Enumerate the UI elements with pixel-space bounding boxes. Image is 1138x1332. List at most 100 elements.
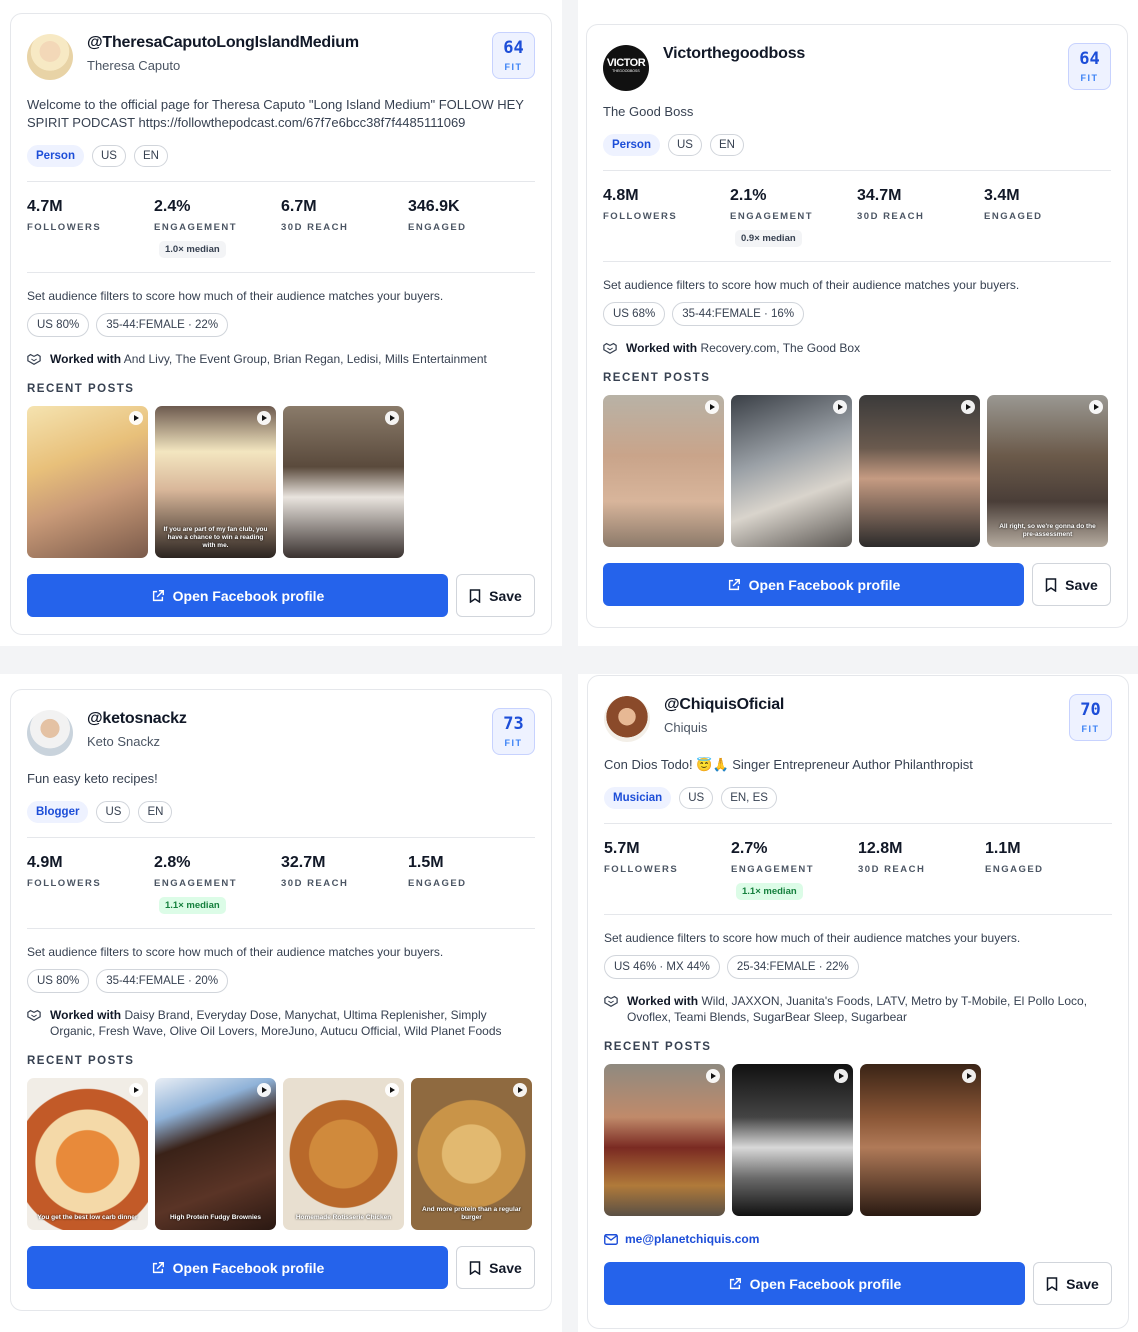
stats-row: 4.9M FOLLOWERS 2.8% ENGAGEMENT 1.1× median … — [27, 838, 535, 928]
creator-name: Theresa Caputo — [87, 58, 181, 73]
engagement-label: ENGAGEMENT — [730, 211, 814, 222]
recent-posts-title: RECENT POSTS — [27, 1055, 135, 1067]
engagement-value: 2.8% — [154, 854, 191, 871]
handshake-icon — [27, 353, 41, 365]
median-badge: 1.1× median — [159, 897, 226, 914]
fit-score: 64 — [1079, 49, 1100, 69]
creator-name: Keto Snackz — [87, 734, 160, 749]
category-tag: Person — [27, 145, 84, 167]
save-button[interactable]: Save — [1032, 563, 1111, 606]
reach-label: 30D REACH — [857, 211, 925, 222]
country-tag: US — [96, 801, 131, 823]
avatar — [604, 696, 650, 742]
divider — [27, 928, 535, 929]
recent-posts-title: RECENT POSTS — [27, 383, 135, 395]
handshake-icon — [604, 995, 618, 1007]
engaged-value: 1.1M — [985, 840, 1021, 857]
post-thumbnail[interactable]: And more protein than a regular burger — [411, 1078, 532, 1230]
worked-with-label: Worked with — [626, 341, 698, 355]
post-thumbnail[interactable] — [604, 1064, 725, 1216]
audience-hint: Set audience filters to score how much o… — [27, 945, 444, 959]
creator-handle[interactable]: Victorthegoodboss — [663, 45, 1054, 63]
category-tag: Person — [603, 134, 660, 156]
fit-score: 70 — [1080, 700, 1101, 720]
engagement-label: ENGAGEMENT — [731, 864, 815, 875]
play-icon — [834, 1069, 848, 1083]
save-button-label: Save — [489, 587, 522, 604]
post-thumbnail[interactable] — [283, 406, 404, 558]
worked-with: Worked with Recovery.com, The Good Box — [603, 340, 1111, 356]
external-link-icon — [152, 589, 164, 601]
avatar — [27, 34, 73, 80]
play-icon — [706, 1069, 720, 1083]
post-thumbnail[interactable]: All right, so we're gonna do the pre-ass… — [987, 395, 1108, 547]
open-facebook-profile-button[interactable]: Open Facebook profile — [27, 1246, 448, 1289]
creator-card: VICTOR THEGOODBOSS Victorthegoodboss 64 … — [586, 24, 1128, 628]
audience-demo-chip: 35-44:FEMALE · 20% — [96, 969, 229, 993]
creator-handle[interactable]: @TheresaCaputoLongIslandMedium — [87, 34, 478, 52]
open-facebook-profile-button[interactable]: Open Facebook profile — [603, 563, 1024, 606]
followers-label: FOLLOWERS — [27, 222, 102, 233]
creator-name: Chiquis — [664, 720, 708, 735]
creator-bio: The Good Boss — [603, 104, 694, 119]
reach-value: 12.8M — [858, 840, 903, 857]
post-caption: Homemade Rotisserie Chicken — [295, 1214, 392, 1221]
save-button[interactable]: Save — [456, 1246, 535, 1289]
audience-country-chip: US 46% · MX 44% — [604, 955, 720, 979]
followers-value: 4.9M — [27, 854, 63, 871]
open-facebook-profile-button[interactable]: Open Facebook profile — [27, 574, 448, 617]
creator-bio: Fun easy keto recipes! — [27, 771, 158, 786]
worked-with-label: Worked with — [50, 1008, 122, 1022]
recent-posts-title: RECENT POSTS — [603, 372, 711, 384]
creator-handle[interactable]: @ketosnackz — [87, 710, 478, 728]
email-address[interactable]: me@planetchiquis.com — [625, 1232, 759, 1246]
post-thumbnail[interactable] — [603, 395, 724, 547]
play-icon — [962, 1069, 976, 1083]
handshake-icon — [27, 1009, 41, 1021]
post-thumbnail[interactable]: If you are part of my fan club, you have… — [155, 406, 276, 558]
engaged-label: ENGAGED — [408, 878, 467, 889]
post-thumbnail[interactable]: You get the best low carb dinner — [27, 1078, 148, 1230]
post-thumbnail[interactable] — [732, 1064, 853, 1216]
followers-value: 4.7M — [27, 198, 63, 215]
engaged-label: ENGAGED — [985, 864, 1044, 875]
bookmark-icon — [469, 1260, 481, 1275]
post-thumbnail[interactable] — [859, 395, 980, 547]
language-tag: EN — [133, 145, 168, 167]
median-badge: 1.0× median — [159, 241, 226, 258]
play-icon — [705, 400, 719, 414]
contact-email[interactable]: me@planetchiquis.com — [604, 1232, 1112, 1246]
stats-row: 4.7M FOLLOWERS 2.4% ENGAGEMENT 1.0× median … — [27, 182, 535, 272]
median-badge: 1.1× median — [736, 883, 803, 900]
save-button[interactable]: Save — [1033, 1262, 1112, 1305]
audience-country-chip: US 80% — [27, 969, 90, 993]
post-caption: And more protein than a regular burger — [422, 1206, 521, 1221]
creator-card: @ChiquisOficial Chiquis 70 FIT Con Dios … — [587, 675, 1129, 1329]
creator-handle[interactable]: @ChiquisOficial — [664, 696, 1055, 714]
engaged-label: ENGAGED — [408, 222, 467, 233]
post-thumbnail[interactable] — [27, 406, 148, 558]
post-thumbnail[interactable] — [731, 395, 852, 547]
post-thumbnail[interactable] — [860, 1064, 981, 1216]
fit-score-badge: 73 FIT — [492, 708, 535, 755]
post-caption: If you are part of my fan club, you have… — [163, 526, 268, 549]
divider — [603, 261, 1111, 262]
play-icon — [129, 1083, 143, 1097]
worked-with-label: Worked with — [627, 994, 699, 1008]
post-thumbnail[interactable]: Homemade Rotisserie Chicken — [283, 1078, 404, 1230]
stats-row: 4.8M FOLLOWERS 2.1% ENGAGEMENT 0.9× median … — [603, 171, 1111, 261]
audience-hint: Set audience filters to score how much o… — [604, 931, 1021, 945]
worked-with: Worked with Wild, JAXXON, Juanita's Food… — [604, 993, 1112, 1025]
followers-label: FOLLOWERS — [27, 878, 102, 889]
post-thumbnail[interactable]: High Protein Fudgy Brownies — [155, 1078, 276, 1230]
handshake-icon — [603, 342, 617, 354]
open-facebook-profile-button[interactable]: Open Facebook profile — [604, 1262, 1025, 1305]
engagement-label: ENGAGEMENT — [154, 878, 238, 889]
audience-country-chip: US 80% — [27, 313, 90, 337]
play-icon — [1089, 400, 1103, 414]
creator-bio: Con Dios Todo! 😇🙏 Singer Entrepreneur Au… — [604, 757, 973, 772]
avatar-logo-subtext: THEGOODBOSS — [612, 69, 640, 73]
save-button[interactable]: Save — [456, 574, 535, 617]
reach-label: 30D REACH — [281, 878, 349, 889]
country-tag: US — [679, 787, 714, 809]
